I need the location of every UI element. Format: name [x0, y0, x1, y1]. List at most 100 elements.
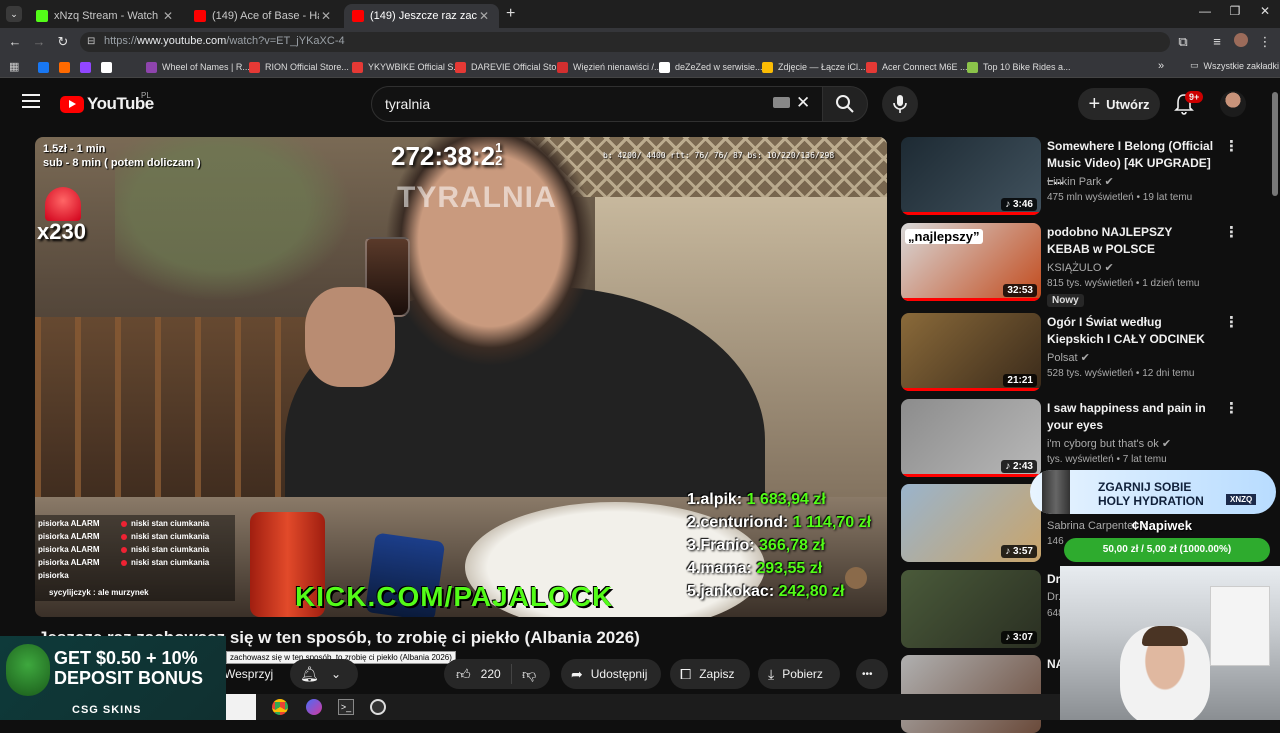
channel-name[interactable]: Dr.: [1047, 591, 1061, 603]
more-options-icon[interactable]: ⋮: [1224, 313, 1239, 331]
url-text[interactable]: https://www.youtube.com/watch?v=ET_jYKaX…: [104, 35, 345, 47]
browser-menu-icon[interactable]: ⋮: [1256, 33, 1274, 51]
bookmark-item[interactable]: Więzień nienawiści /...: [557, 60, 662, 74]
chrome-taskbar-icon[interactable]: [272, 699, 288, 715]
channel-name[interactable]: Linkin Park ✔: [1047, 175, 1114, 188]
more-options-icon[interactable]: ⋮: [1224, 399, 1239, 417]
bookmarks-overflow-icon[interactable]: »: [1158, 60, 1164, 72]
bookmark-item[interactable]: YKYWBIKE Official S...: [352, 60, 461, 74]
restore-icon[interactable]: ❐: [1220, 4, 1250, 22]
forward-icon[interactable]: →: [30, 33, 48, 51]
video-thumbnail[interactable]: 21:21: [901, 313, 1041, 391]
more-options-icon[interactable]: ⋮: [1224, 223, 1239, 241]
bookmark-favicon-icon: [80, 61, 91, 73]
profile-avatar[interactable]: [1232, 33, 1250, 51]
channel-name[interactable]: KSIĄŻULO ✔: [1047, 261, 1114, 274]
bookmark-item[interactable]: [101, 60, 117, 74]
leaderboard-amount: 293,55 zł: [756, 560, 823, 577]
channel-name[interactable]: Polsat ✔: [1047, 351, 1090, 364]
bookmark-item[interactable]: deZeZed w serwisie...: [659, 60, 763, 74]
recommendation-title[interactable]: podobno NAJLEPSZY KEBAB w POLSCE: [1047, 224, 1217, 258]
reload-icon[interactable]: ↻: [54, 33, 72, 51]
youtube-favicon-icon: [194, 10, 206, 22]
notification-count-badge: 9+: [1185, 91, 1204, 103]
duration-badge: ♪ 3:46: [1001, 198, 1037, 211]
browser-tab[interactable]: (149) Ace of Base - Happy Natio ✕: [186, 4, 341, 28]
more-actions-button[interactable]: •••: [856, 659, 888, 689]
back-icon[interactable]: ←: [6, 33, 24, 51]
bookmark-item[interactable]: [59, 60, 75, 74]
bookmark-item[interactable]: DAREVIE Official Sto...: [455, 60, 564, 74]
bookmark-item[interactable]: Acer Connect M6E ...: [866, 60, 968, 74]
share-button[interactable]: ➦ Udostępnij: [561, 659, 661, 689]
tab-close-icon[interactable]: ✕: [161, 9, 175, 23]
bookmark-item[interactable]: RION Official Store...: [249, 60, 349, 74]
reading-list-icon[interactable]: ≡: [1208, 33, 1226, 51]
video-thumbnail[interactable]: „najlepszy” 32:53: [901, 223, 1041, 301]
search-box[interactable]: [371, 86, 823, 122]
chat-username: pisiorka ALARM: [38, 532, 100, 541]
support-button[interactable]: Wesprzyj: [224, 661, 273, 687]
more-options-icon[interactable]: ⋮: [1224, 137, 1239, 155]
apps-grid-icon[interactable]: ▦: [9, 60, 19, 73]
recommendation-title[interactable]: Ogór I Świat według Kiepskich I CAŁY ODC…: [1047, 314, 1217, 348]
like-count: 220: [480, 667, 501, 681]
leaderboard-name: 3.Franio:: [687, 537, 760, 554]
chat-last-line: sycylijczyk : ale murzynek: [49, 588, 149, 597]
bookmark-label: Więzień nienawiści /...: [573, 62, 662, 72]
video-thumbnail[interactable]: ♪ 3:07: [901, 570, 1041, 648]
download-button[interactable]: ⤓ Pobierz: [758, 659, 840, 689]
new-tab-button[interactable]: +: [506, 5, 515, 23]
video-thumbnail[interactable]: ♪ 3:46: [901, 137, 1041, 215]
account-avatar[interactable]: [1220, 91, 1246, 117]
hamburger-menu-icon[interactable]: [22, 94, 40, 108]
channel-name[interactable]: i'm cyborg but that's ok ✔: [1047, 437, 1171, 450]
video-thumbnail[interactable]: ♪ 2:43: [901, 399, 1041, 477]
scrollbar[interactable]: [1272, 92, 1278, 196]
close-window-icon[interactable]: ✕: [1250, 4, 1280, 22]
leaderboard-name: 5.jankokac:: [687, 583, 779, 600]
leaderboard-row: 3.Franio: 366,78 zł: [687, 537, 825, 555]
bookmark-item[interactable]: [38, 60, 54, 74]
keyboard-icon[interactable]: [773, 97, 790, 108]
youtube-logo[interactable]: YouTube: [60, 94, 154, 114]
bookmark-item[interactable]: Wheel of Names | R...: [146, 60, 250, 74]
save-button[interactable]: ⧠ Zapisz: [670, 659, 750, 689]
bookmark-item[interactable]: Top 10 Bike Rides a...: [967, 60, 1071, 74]
browser-tab[interactable]: xNzq Stream - Watch Live on Ki ✕: [28, 4, 183, 28]
bookmark-label: YKYWBIKE Official S...: [368, 62, 461, 72]
all-bookmarks-label: Wszystkie zakładki: [1203, 60, 1280, 71]
bookmark-favicon-icon: [146, 61, 157, 73]
network-stats: b: 4200/ 4400 rtt: 76/ 76/ 87 bs: 10/220…: [603, 151, 835, 160]
voice-search-button[interactable]: [882, 86, 918, 122]
extensions-icon[interactable]: ⧉: [1174, 33, 1192, 51]
dislike-button[interactable]: 👎︎: [512, 666, 536, 683]
bookmark-label: Top 10 Bike Rides a...: [983, 62, 1071, 72]
obs-taskbar-icon[interactable]: [370, 699, 386, 715]
bell-icon: 🔔︎: [300, 666, 320, 683]
recommendation-title[interactable]: I saw happiness and pain in your eyes: [1047, 400, 1217, 434]
view-count-meta: 475 mln wyświetleń • 19 lat temu: [1047, 192, 1193, 203]
leaderboard-name: 4.mama:: [687, 560, 757, 577]
browser-tab-active[interactable]: (149) Jeszcze raz zachowasz się ✕: [344, 4, 499, 28]
search-input[interactable]: tyralnia: [385, 96, 430, 112]
app-taskbar-icon[interactable]: [306, 699, 322, 715]
alert-dot-icon: [121, 521, 127, 527]
terminal-taskbar-icon[interactable]: >_: [338, 699, 354, 715]
tab-close-icon[interactable]: ✕: [319, 9, 333, 23]
tab-close-icon[interactable]: ✕: [477, 9, 491, 23]
subscription-bell-button[interactable]: 🔔︎ ⌄: [290, 659, 358, 689]
minimize-icon[interactable]: —: [1190, 4, 1220, 22]
video-thumbnail[interactable]: ♪ 3:57: [901, 484, 1041, 562]
site-info-icon[interactable]: ⊟: [87, 36, 95, 47]
create-button[interactable]: + Utwórz: [1078, 88, 1160, 120]
like-button[interactable]: 👍︎ 220: [444, 664, 512, 684]
csgo-skins-ad[interactable]: GET $0.50 + 10% DEPOSIT BONUS CSG SKINS: [0, 636, 226, 720]
bookmark-item[interactable]: Zdjęcie — Łącze iCl...: [762, 60, 866, 74]
bookmark-item[interactable]: [80, 60, 96, 74]
search-button[interactable]: [822, 86, 868, 122]
all-bookmarks-folder[interactable]: ▭ Wszystkie zakładki: [1190, 60, 1279, 71]
video-player[interactable]: 1.5zł - 1 min sub - 8 min ( potem dolicz…: [35, 137, 887, 617]
clear-search-icon[interactable]: ✕: [796, 93, 810, 113]
tab-search-button[interactable]: ⌄: [6, 6, 22, 22]
